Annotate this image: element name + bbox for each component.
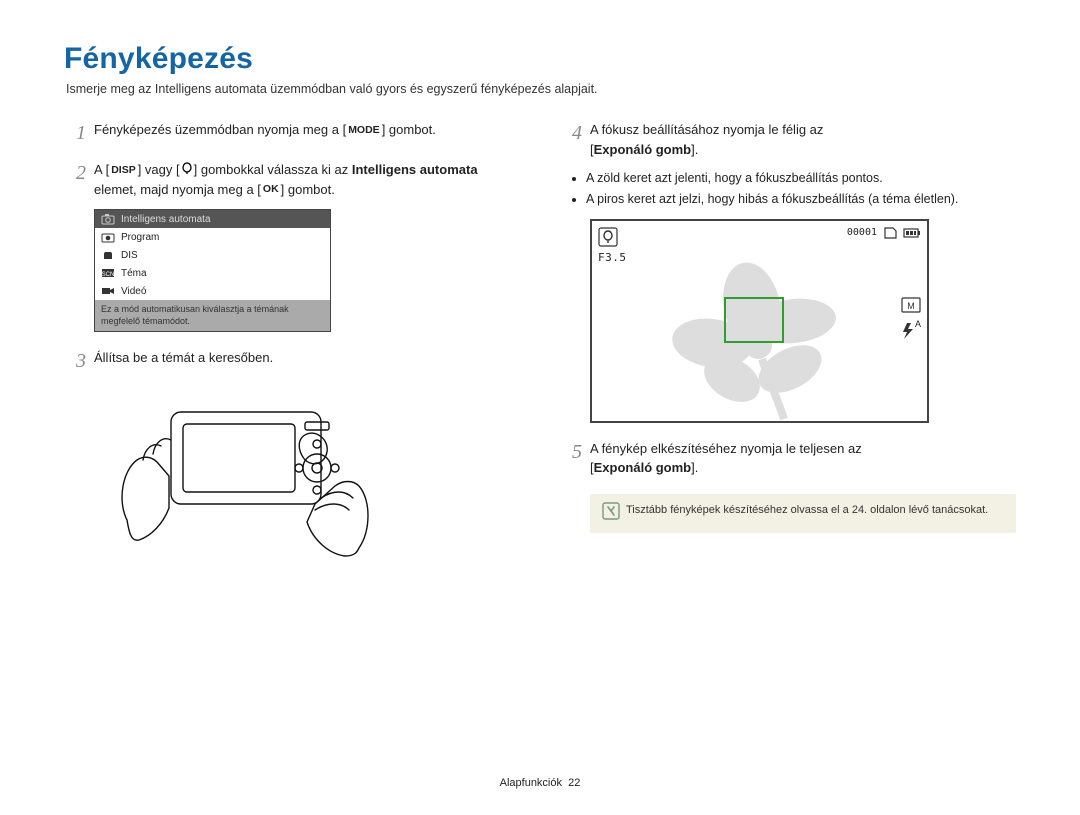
footer-page-number: 22 xyxy=(568,777,580,789)
memory-card-icon xyxy=(883,227,897,239)
mode-label: Téma xyxy=(121,268,147,279)
step3-text: Állítsa be a témát a keresőben. xyxy=(94,348,520,378)
mode-item-program: Program xyxy=(95,228,330,246)
battery-icon xyxy=(903,227,921,239)
camera-in-hands-illustration xyxy=(109,390,369,565)
step5-tail: . xyxy=(695,460,699,475)
bullet-red: A piros keret azt jelzi, hogy hibás a fó… xyxy=(586,190,1016,209)
step5-bold: Exponáló gomb xyxy=(594,460,692,475)
mode-label: Program xyxy=(121,232,159,243)
macro-icon xyxy=(180,162,194,177)
focus-rectangle xyxy=(724,297,784,343)
image-size-icon: M xyxy=(901,297,921,318)
camera-icon xyxy=(101,213,115,225)
info-icon xyxy=(602,502,626,525)
mode-item-dis: DIS xyxy=(95,246,330,264)
step-4: 4 A fókusz beállításához nyomja le félig… xyxy=(560,120,1016,159)
scn-icon: SCN xyxy=(101,267,115,279)
step-number: 1 xyxy=(64,118,86,148)
step-number: 5 xyxy=(560,437,582,476)
ok-key-label: OK xyxy=(261,182,281,198)
step-number: 3 xyxy=(64,346,86,376)
right-column: 4 A fókusz beállításához nyomja le félig… xyxy=(560,114,1016,565)
step-number: 2 xyxy=(64,158,86,197)
video-icon xyxy=(101,285,115,297)
macro-mode-icon xyxy=(598,227,618,252)
step4-tail: . xyxy=(695,142,699,157)
camera-p-icon xyxy=(101,231,115,243)
aperture-value: F3.5 xyxy=(598,251,627,264)
viewfinder-preview: F3.5 00001 M A xyxy=(590,219,929,423)
mode-item-video: Videó xyxy=(95,282,330,300)
shot-counter: 00001 xyxy=(847,227,877,238)
step1-text-before: Fényképezés üzemmódban nyomja meg a [ xyxy=(94,122,346,137)
step2-a: A [ xyxy=(94,162,109,177)
two-column-layout: 1 Fényképezés üzemmódban nyomja meg a [M… xyxy=(64,114,1016,565)
tip-text: Tisztább fényképek készítéséhez olvassa … xyxy=(626,502,988,519)
step-1: 1 Fényképezés üzemmódban nyomja meg a [M… xyxy=(64,120,520,150)
step4-text: A fókusz beállításához nyomja le félig a… xyxy=(590,122,823,137)
mode-item-scene: SCN Téma xyxy=(95,264,330,282)
step2-tail: ] gombot. xyxy=(281,182,335,197)
step2-mid: ] vagy [ xyxy=(138,162,180,177)
tip-note: Tisztább fényképek készítéséhez olvassa … xyxy=(590,494,1016,533)
step-2: 2 A [DISP] vagy [ ] gombokkal válassza ki… xyxy=(64,160,520,199)
step5-text: A fénykép elkészítéséhez nyomja le telje… xyxy=(590,441,862,456)
hand-icon xyxy=(101,249,115,261)
focus-bullets: A zöld keret azt jelenti, hogy a fókuszb… xyxy=(572,169,1016,209)
mode-label: Videó xyxy=(121,286,146,297)
footer-section: Alapfunkciók xyxy=(500,777,562,789)
step1-text-after: ] gombot. xyxy=(382,122,436,137)
bullet-green: A zöld keret azt jelenti, hogy a fókuszb… xyxy=(586,169,1016,188)
step2-bold: Intelligens automata xyxy=(352,162,478,177)
step-3: 3 Állítsa be a témát a keresőben. xyxy=(64,348,520,378)
step2-end: ] gombokkal válassza ki az xyxy=(194,162,352,177)
step2-after: elemet, majd nyomja meg a [ xyxy=(94,182,261,197)
mode-label: DIS xyxy=(121,250,138,261)
mode-hint: Ez a mód automatikusan kiválasztja a tém… xyxy=(95,300,330,331)
left-column: 1 Fényképezés üzemmódban nyomja meg a [M… xyxy=(64,114,520,565)
page-title: Fényképezés xyxy=(64,42,1016,76)
svg-text:SCN: SCN xyxy=(102,272,115,278)
step-number: 4 xyxy=(560,118,582,157)
step-5: 5 A fénykép elkészítéséhez nyomja le tel… xyxy=(560,439,1016,478)
flash-auto-a: A xyxy=(915,319,921,329)
step4-bold: Exponáló gomb xyxy=(594,142,692,157)
page-footer: Alapfunkciók 22 xyxy=(0,777,1080,789)
svg-text:M: M xyxy=(907,301,915,311)
mode-item-smart-auto: Intelligens automata xyxy=(95,210,330,228)
flash-auto-icon: A xyxy=(899,321,921,346)
mode-label: Intelligens automata xyxy=(121,214,211,225)
page-intro: Ismerje meg az Intelligens automata üzem… xyxy=(66,82,1016,96)
mode-list-screenshot: Intelligens automata Program DIS SCN Tém… xyxy=(94,209,331,332)
disp-key-label: DISP xyxy=(109,163,138,179)
mode-key-label: MODE xyxy=(346,123,382,139)
